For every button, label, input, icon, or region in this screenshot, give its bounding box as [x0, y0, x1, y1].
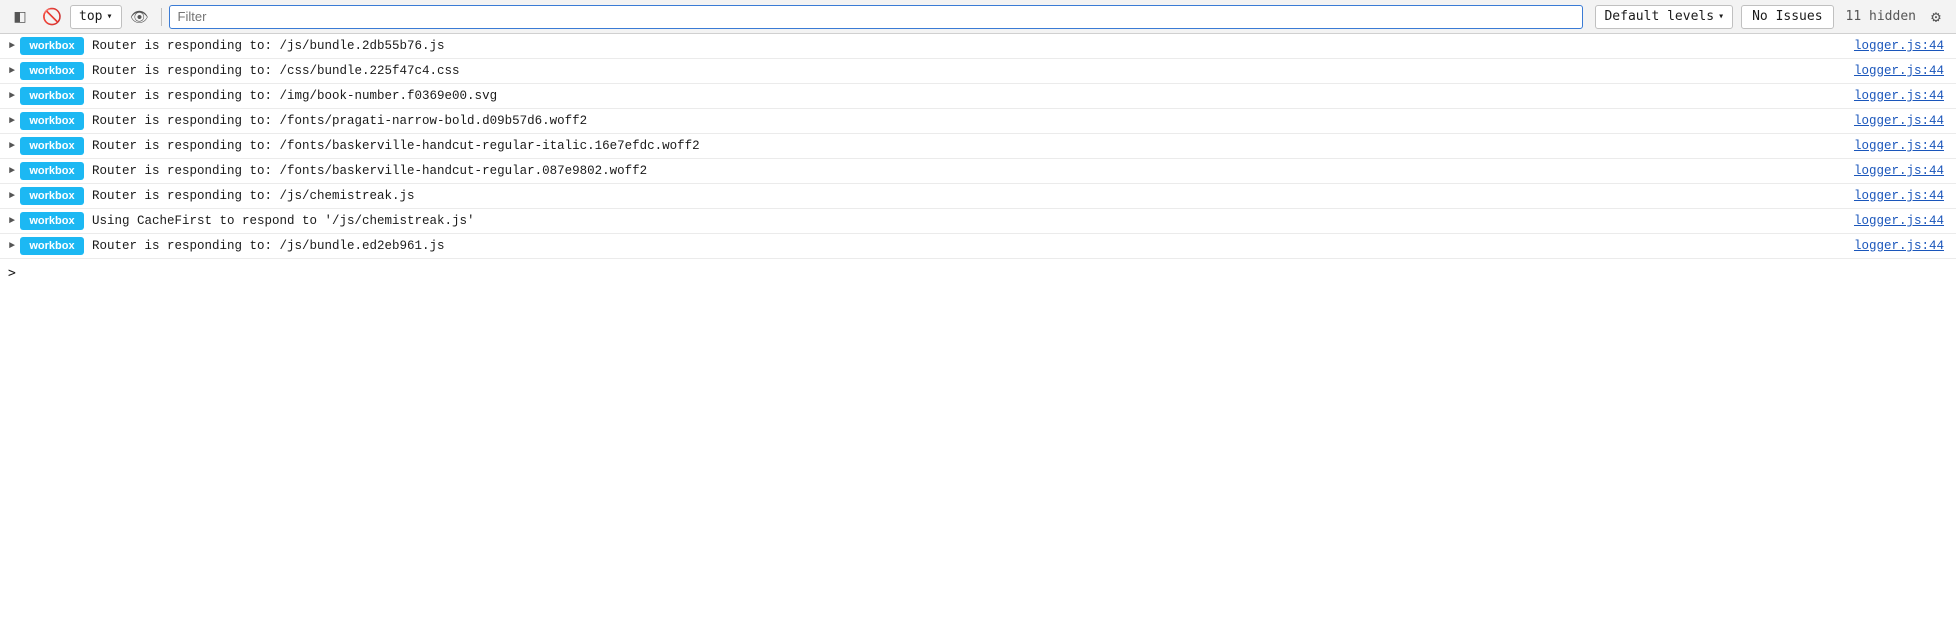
log-entry: ► workbox Router is responding to: /font…: [0, 159, 1956, 184]
log-message: Router is responding to: /js/bundle.2db5…: [92, 39, 1854, 53]
expand-arrow[interactable]: ►: [0, 166, 20, 177]
log-message: Router is responding to: /fonts/baskervi…: [92, 164, 1854, 178]
levels-button[interactable]: Default levels ▾: [1595, 5, 1733, 29]
expand-arrow[interactable]: ►: [0, 91, 20, 102]
expand-arrow[interactable]: ►: [0, 241, 20, 252]
log-message: Router is responding to: /css/bundle.225…: [92, 64, 1854, 78]
no-issues-button[interactable]: No Issues: [1741, 5, 1833, 29]
log-source[interactable]: logger.js:44: [1854, 64, 1944, 78]
workbox-badge: workbox: [20, 87, 84, 105]
expand-arrow[interactable]: ►: [0, 116, 20, 127]
log-message: Router is responding to: /js/bundle.ed2e…: [92, 239, 1854, 253]
log-source[interactable]: logger.js:44: [1854, 164, 1944, 178]
log-source[interactable]: logger.js:44: [1854, 114, 1944, 128]
log-source[interactable]: logger.js:44: [1854, 139, 1944, 153]
workbox-badge: workbox: [20, 112, 84, 130]
workbox-badge: workbox: [20, 212, 84, 230]
panel-toggle-button[interactable]: ◧: [6, 5, 34, 29]
eye-button[interactable]: 👁: [126, 5, 154, 29]
log-source[interactable]: logger.js:44: [1854, 39, 1944, 53]
panel-toggle-icon: ◧: [13, 8, 26, 25]
eye-icon: 👁: [130, 8, 149, 26]
log-message: Router is responding to: /fonts/pragati-…: [92, 114, 1854, 128]
log-message: Router is responding to: /img/book-numbe…: [92, 89, 1854, 103]
log-entry: ► workbox Router is responding to: /css/…: [0, 59, 1956, 84]
expand-arrow[interactable]: ►: [0, 41, 20, 52]
expand-arrow[interactable]: ►: [0, 141, 20, 152]
settings-button[interactable]: ⚙: [1922, 5, 1950, 29]
workbox-badge: workbox: [20, 37, 84, 55]
gear-icon: ⚙: [1931, 7, 1941, 26]
no-entry-icon: 🚫: [42, 7, 62, 27]
log-source[interactable]: logger.js:44: [1854, 239, 1944, 253]
log-entry: ► workbox Router is responding to: /js/b…: [0, 34, 1956, 59]
log-entry: ► workbox Router is responding to: /js/b…: [0, 234, 1956, 259]
filter-input[interactable]: [170, 5, 1583, 29]
context-label: top: [79, 9, 102, 24]
log-source[interactable]: logger.js:44: [1854, 189, 1944, 203]
expand-arrow[interactable]: ►: [0, 216, 20, 227]
levels-label: Default levels: [1604, 9, 1714, 24]
expand-arrow[interactable]: ►: [0, 66, 20, 77]
log-message: Router is responding to: /js/chemistreak…: [92, 189, 1854, 203]
devtools-toolbar: ◧ 🚫 top ▾ 👁 Default levels ▾ No Issues 1…: [0, 0, 1956, 34]
no-issues-label: No Issues: [1752, 9, 1822, 24]
log-message: Using CacheFirst to respond to '/js/chem…: [92, 214, 1854, 228]
workbox-badge: workbox: [20, 162, 84, 180]
log-message: Router is responding to: /fonts/baskervi…: [92, 139, 1854, 153]
log-source[interactable]: logger.js:44: [1854, 89, 1944, 103]
context-selector[interactable]: top ▾: [70, 5, 122, 29]
workbox-badge: workbox: [20, 237, 84, 255]
prompt-arrow-icon: >: [8, 266, 16, 281]
log-entry: ► workbox Using CacheFirst to respond to…: [0, 209, 1956, 234]
chevron-down-icon: ▾: [106, 11, 112, 22]
log-source[interactable]: logger.js:44: [1854, 214, 1944, 228]
hidden-count: 11 hidden: [1846, 9, 1916, 24]
log-entry: ► workbox Router is responding to: /js/c…: [0, 184, 1956, 209]
log-entry: ► workbox Router is responding to: /font…: [0, 134, 1956, 159]
log-entry: ► workbox Router is responding to: /img/…: [0, 84, 1956, 109]
expand-arrow[interactable]: ►: [0, 191, 20, 202]
toolbar-divider: [161, 8, 162, 26]
workbox-badge: workbox: [20, 62, 84, 80]
workbox-badge: workbox: [20, 137, 84, 155]
log-list: ► workbox Router is responding to: /js/b…: [0, 34, 1956, 259]
levels-chevron-icon: ▾: [1718, 11, 1724, 22]
no-entry-button[interactable]: 🚫: [38, 5, 66, 29]
log-entry: ► workbox Router is responding to: /font…: [0, 109, 1956, 134]
workbox-badge: workbox: [20, 187, 84, 205]
filter-wrapper: [169, 5, 1584, 29]
bottom-prompt: >: [0, 259, 1956, 287]
